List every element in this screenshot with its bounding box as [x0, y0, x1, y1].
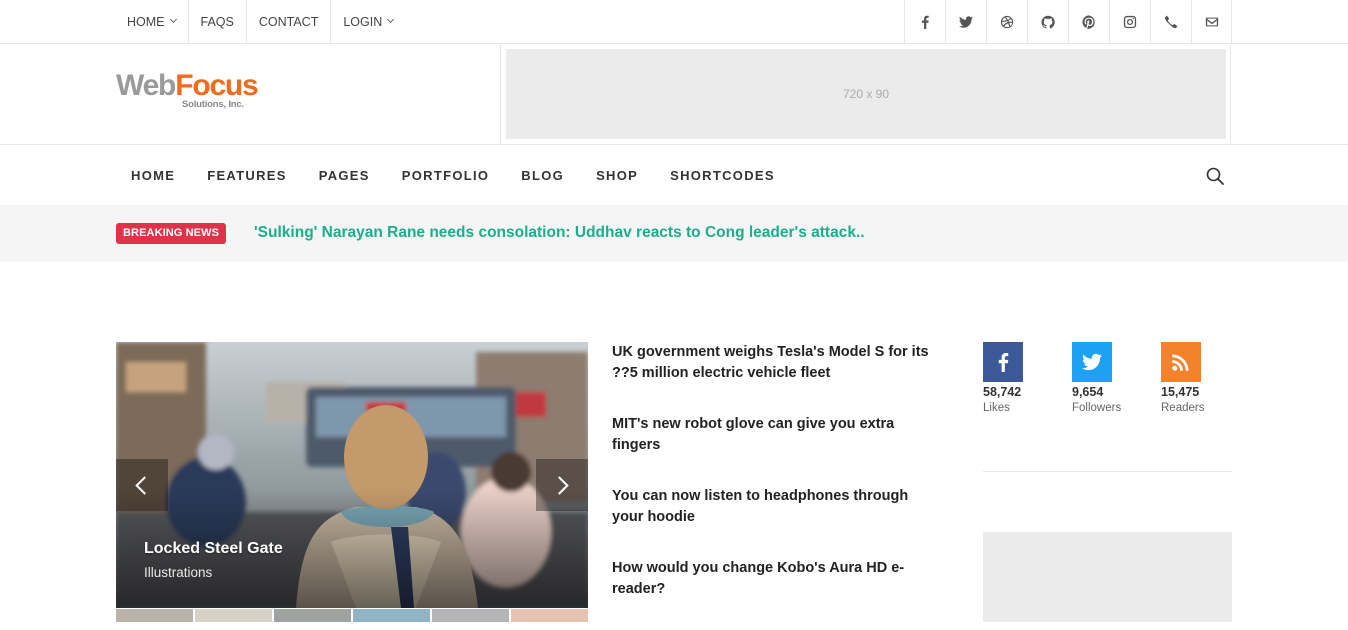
nav-shop[interactable]: SHOP	[580, 145, 654, 205]
logo-text-web: Web	[116, 69, 176, 102]
nav-blog[interactable]: BLOG	[505, 145, 580, 205]
topnav-contact[interactable]: CONTACT	[247, 0, 332, 43]
breaking-headline[interactable]: 'Sulking' Narayan Rane needs consolation…	[254, 224, 865, 242]
twitter-icon	[1072, 342, 1112, 382]
counter-label: Readers	[1161, 402, 1205, 414]
twitter-counter[interactable]: 9,654 Followers	[1072, 342, 1142, 414]
main-nav: HOME FEATURES PAGES PORTFOLIO BLOG SHOP …	[0, 145, 1348, 205]
divider	[500, 44, 501, 144]
phone-icon[interactable]	[1150, 0, 1191, 43]
counter-value: 58,742	[983, 385, 1022, 399]
social-counters: 58,742 Likes 9,654 Followers 15,475 Read…	[983, 342, 1233, 422]
topnav-home[interactable]: HOME	[115, 0, 189, 43]
slider-caption: Locked Steel Gate Illustrations	[144, 540, 283, 580]
social-links	[904, 0, 1232, 43]
facebook-icon	[983, 342, 1023, 382]
divider	[983, 471, 1232, 472]
divider	[1230, 44, 1231, 144]
slider-thumbnail[interactable]	[432, 609, 509, 622]
logo-text-focus: Focus	[175, 69, 259, 102]
slider-thumbnail[interactable]	[274, 609, 351, 622]
search-icon[interactable]	[1204, 165, 1226, 187]
counter-value: 15,475	[1161, 385, 1200, 399]
ad-banner-label: 720 x 90	[842, 87, 890, 101]
chevron-down-icon	[387, 15, 395, 24]
article-link[interactable]: How would you change Kobo's Aura HD e-re…	[612, 558, 937, 600]
pinterest-icon[interactable]	[1068, 0, 1109, 43]
topnav-faqs[interactable]: FAQS	[189, 0, 247, 43]
slider-thumbnail[interactable]	[353, 609, 430, 622]
counter-label: Followers	[1072, 402, 1122, 414]
slider-next-button[interactable]	[536, 459, 588, 511]
top-nav: HOME FAQS CONTACT LOGIN	[115, 0, 405, 43]
rss-counter[interactable]: 15,475 Readers	[1161, 342, 1231, 414]
featured-slider[interactable]: Locked Steel Gate Illustrations	[116, 342, 588, 608]
article-link[interactable]: You can now listen to headphones through…	[612, 486, 937, 528]
chevron-left-icon	[135, 475, 154, 495]
counter-label: Likes	[983, 402, 1010, 414]
nav-shortcodes[interactable]: SHORTCODES	[654, 145, 791, 205]
mail-icon[interactable]	[1191, 0, 1232, 43]
slider-thumbnails	[116, 609, 588, 622]
slider-thumbnail[interactable]	[195, 609, 272, 622]
counter-value: 9,654	[1072, 385, 1104, 399]
instagram-icon[interactable]	[1109, 0, 1150, 43]
slider-thumbnail[interactable]	[511, 609, 588, 622]
chevron-right-icon	[550, 475, 569, 495]
nav-pages[interactable]: PAGES	[303, 145, 386, 205]
rss-icon	[1161, 342, 1201, 382]
slider-prev-button[interactable]	[116, 459, 168, 511]
article-link[interactable]: MIT's new robot glove can give you extra…	[612, 414, 937, 456]
top-bar: HOME FAQS CONTACT LOGIN	[0, 0, 1348, 44]
chevron-down-icon	[169, 15, 177, 24]
nav-features[interactable]: FEATURES	[191, 145, 303, 205]
article-link[interactable]: UK government weighs Tesla's Model S for…	[612, 342, 937, 384]
nav-portfolio[interactable]: PORTFOLIO	[386, 145, 506, 205]
topnav-login[interactable]: LOGIN	[331, 0, 405, 43]
article-list: UK government weighs Tesla's Model S for…	[612, 342, 937, 630]
site-header: WebFocus Solutions, Inc. 720 x 90	[0, 44, 1348, 145]
breaking-news-badge: BREAKING NEWS	[116, 223, 227, 244]
github-icon[interactable]	[1027, 0, 1068, 43]
sidebar-ad[interactable]	[983, 532, 1232, 622]
slide-title[interactable]: Locked Steel Gate	[144, 540, 283, 558]
ad-banner[interactable]: 720 x 90	[506, 49, 1226, 139]
facebook-counter[interactable]: 58,742 Likes	[983, 342, 1053, 414]
facebook-icon[interactable]	[904, 0, 945, 43]
nav-home[interactable]: HOME	[115, 145, 191, 205]
slide-category[interactable]: Illustrations	[144, 565, 283, 580]
breaking-news-bar: BREAKING NEWS 'Sulking' Narayan Rane nee…	[0, 205, 1348, 262]
dribbble-icon[interactable]	[986, 0, 1027, 43]
twitter-icon[interactable]	[945, 0, 986, 43]
slider-thumbnail[interactable]	[116, 609, 193, 622]
site-logo[interactable]: WebFocus Solutions, Inc.	[116, 69, 259, 111]
